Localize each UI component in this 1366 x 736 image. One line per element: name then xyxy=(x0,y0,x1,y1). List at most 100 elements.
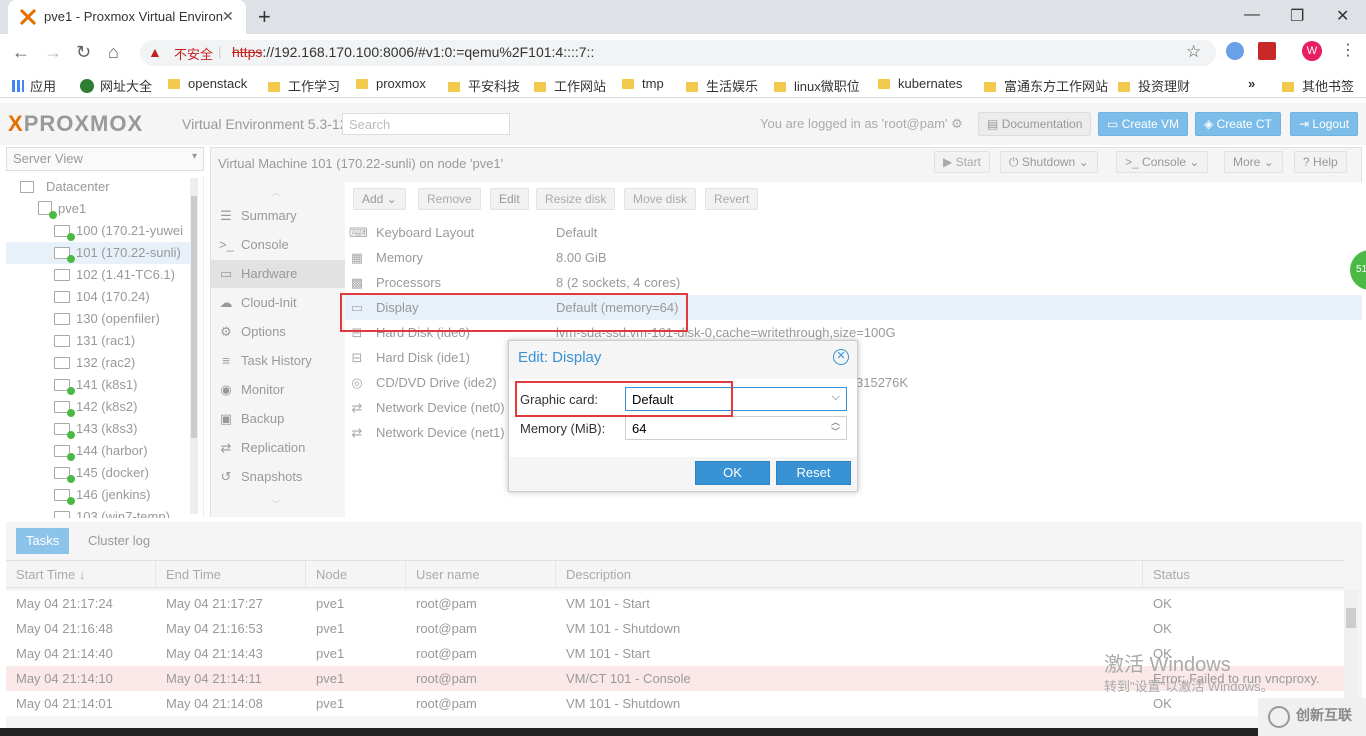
table-row[interactable]: May 04 21:16:48 May 04 21:16:53 pve1 root@p… xyxy=(6,616,1344,641)
tree-vm-item[interactable]: 132 (rac2) xyxy=(6,352,196,374)
col-start-time[interactable]: Start Time ↓ xyxy=(6,561,156,589)
scroll-up-icon[interactable]: ︿ xyxy=(271,184,281,199)
tree-vm-item[interactable]: 100 (170.21-yuwei xyxy=(6,220,196,242)
bookmark-star-icon[interactable]: ☆ xyxy=(1186,42,1201,62)
browser-tab[interactable]: pve1 - Proxmox Virtual Environment ✕ xyxy=(8,0,246,34)
tree-vm-item[interactable]: 146 (jenkins) xyxy=(6,484,196,506)
scroll-thumb[interactable] xyxy=(191,196,197,438)
minimize-window-button[interactable]: — xyxy=(1244,6,1260,24)
hw-row-keyboard[interactable]: ⌨ Keyboard Layout Default xyxy=(345,220,1362,245)
bookmark-folder[interactable]: 平安科技 xyxy=(448,76,520,95)
shutdown-button[interactable]: ⏻ Shutdown ⌄ xyxy=(1000,151,1098,173)
more-bookmarks-chevron[interactable]: » xyxy=(1248,76,1255,91)
tree-vm-item[interactable]: 103 (win7-temp) xyxy=(6,506,196,518)
bookmark-folder[interactable]: 投资理财 xyxy=(1118,76,1190,95)
console-button[interactable]: >_ Console ⌄ xyxy=(1116,151,1209,173)
extension-icon[interactable] xyxy=(1226,42,1244,60)
bookmark-folder[interactable]: 工作网站 xyxy=(534,76,606,95)
forward-button[interactable]: → xyxy=(44,42,62,63)
tree-vm-item[interactable]: 144 (harbor) xyxy=(6,440,196,462)
back-button[interactable]: ← xyxy=(12,42,30,63)
nav-summary[interactable]: ☰ Summary xyxy=(211,202,345,230)
tree-datacenter[interactable]: Datacenter xyxy=(6,176,196,198)
pdf-extension-icon[interactable] xyxy=(1258,42,1276,60)
bookmark-folder[interactable]: 富通东方工作网站 xyxy=(984,76,1108,95)
reload-button[interactable]: ↻ xyxy=(76,42,91,63)
add-button[interactable]: Add ⌄ xyxy=(353,188,406,210)
create-ct-button[interactable]: ◈ Create CT xyxy=(1195,112,1281,136)
nav-console[interactable]: >_ Console xyxy=(211,231,345,259)
nav-replication[interactable]: ⇄ Replication xyxy=(211,434,345,462)
scroll-down-icon[interactable]: ﹀ xyxy=(271,496,281,511)
table-row[interactable]: May 04 21:17:24 May 04 21:17:27 pve1 root@p… xyxy=(6,591,1344,616)
tree-node[interactable]: pve1 xyxy=(6,198,196,220)
tab-tasks[interactable]: Tasks xyxy=(16,528,70,554)
bookmark-apps[interactable]: 应用 xyxy=(12,76,56,95)
nav-task-history[interactable]: ≡ Task History xyxy=(211,347,345,375)
tab-cluster-log[interactable]: Cluster log xyxy=(78,528,160,554)
edit-button[interactable]: Edit xyxy=(490,188,529,210)
tree-vm-item[interactable]: 101 (170.22-sunli) xyxy=(6,242,196,264)
address-bar[interactable]: ▲ 不安全 | https://192.168.170.100:8006/#v1… xyxy=(140,40,1216,66)
spinner-icon[interactable]: ︿ ﹀ xyxy=(831,417,840,437)
memory-stepper[interactable]: 64 ︿ ﹀ xyxy=(625,416,847,440)
tree-vm-item[interactable]: 143 (k8s3) xyxy=(6,418,196,440)
ok-button[interactable]: OK xyxy=(695,461,770,485)
help-button[interactable]: ? Help xyxy=(1294,151,1347,173)
tree-vm-item[interactable]: 141 (k8s1) xyxy=(6,374,196,396)
bookmark-folder[interactable]: linux微职位 xyxy=(774,76,860,95)
tree-vm-item[interactable]: 130 (openfiler) xyxy=(6,308,196,330)
server-view-select[interactable]: Server View ▾ xyxy=(6,147,204,171)
tree-vm-item[interactable]: 104 (170.24) xyxy=(6,286,196,308)
tree-vm-item[interactable]: 131 (rac1) xyxy=(6,330,196,352)
revert-button[interactable]: Revert xyxy=(705,188,759,210)
close-icon[interactable]: ✕ xyxy=(833,349,849,365)
bookmark-folder[interactable]: 工作学习 xyxy=(268,76,340,95)
scroll-thumb[interactable] xyxy=(1346,608,1356,628)
nav-snapshots[interactable]: ↺ Snapshots xyxy=(211,463,345,491)
move-disk-button[interactable]: Move disk xyxy=(624,188,697,210)
bookmark-folder[interactable]: openstack xyxy=(168,76,247,91)
bookmark-folder[interactable]: kubernates xyxy=(878,76,962,91)
remove-button[interactable]: Remove xyxy=(418,188,481,210)
nav-backup[interactable]: ▣ Backup xyxy=(211,405,345,433)
gear-icon[interactable]: ⚙ xyxy=(951,116,963,131)
tree-vm-item[interactable]: 145 (docker) xyxy=(6,462,196,484)
nav-hardware[interactable]: ▭ Hardware xyxy=(211,260,345,288)
hw-row-memory[interactable]: ▦ Memory 8.00 GiB xyxy=(345,245,1362,270)
nav-cloud-init[interactable]: ☁ Cloud-Init xyxy=(211,289,345,317)
tree-vm-item[interactable]: 102 (1.41-TC6.1) xyxy=(6,264,196,286)
reset-button[interactable]: Reset xyxy=(776,461,851,485)
restore-window-button[interactable]: ❐ xyxy=(1290,6,1304,26)
col-node[interactable]: Node xyxy=(306,561,406,589)
start-button[interactable]: ▶ Start xyxy=(934,151,990,173)
home-button[interactable]: ⌂ xyxy=(108,42,119,63)
tree-scrollbar[interactable] xyxy=(190,178,198,514)
menu-icon[interactable]: ⋮ xyxy=(1340,40,1356,60)
other-bookmarks-folder[interactable]: 其他书签 xyxy=(1282,76,1354,95)
col-user-name[interactable]: User name xyxy=(406,561,556,589)
bookmark-folder[interactable]: tmp xyxy=(622,76,664,91)
col-description[interactable]: Description xyxy=(556,561,1143,589)
tree-vm-item[interactable]: 142 (k8s2) xyxy=(6,396,196,418)
url-text[interactable]: https://192.168.170.100:8006/#v1:0:=qemu… xyxy=(232,44,594,60)
create-vm-button[interactable]: ▭ Create VM xyxy=(1098,112,1189,136)
hw-row-processors[interactable]: ▩ Processors 8 (2 sockets, 4 cores) xyxy=(345,270,1362,295)
logout-button[interactable]: ⇥ Logout xyxy=(1290,112,1359,136)
nav-options[interactable]: ⚙ Options xyxy=(211,318,345,346)
cell-desc: VM 101 - Start xyxy=(566,646,650,661)
col-end-time[interactable]: End Time xyxy=(156,561,306,589)
resize-disk-button[interactable]: Resize disk xyxy=(536,188,616,210)
bookmark-site-nav[interactable]: 网址大全 xyxy=(80,76,152,95)
bookmark-folder[interactable]: proxmox xyxy=(356,76,426,91)
new-tab-button[interactable]: + xyxy=(258,4,271,30)
profile-avatar[interactable]: W xyxy=(1302,41,1322,61)
close-window-button[interactable]: ✕ xyxy=(1336,6,1349,26)
documentation-button[interactable]: ▤ Documentation xyxy=(978,112,1092,136)
more-button[interactable]: More ⌄ xyxy=(1224,151,1283,173)
bookmark-folder[interactable]: 生活娱乐 xyxy=(686,76,758,95)
tab-close-icon[interactable]: ✕ xyxy=(222,8,234,25)
col-status[interactable]: Status xyxy=(1143,561,1344,589)
nav-monitor[interactable]: ◉ Monitor xyxy=(211,376,345,404)
search-input[interactable]: Search xyxy=(342,113,510,135)
